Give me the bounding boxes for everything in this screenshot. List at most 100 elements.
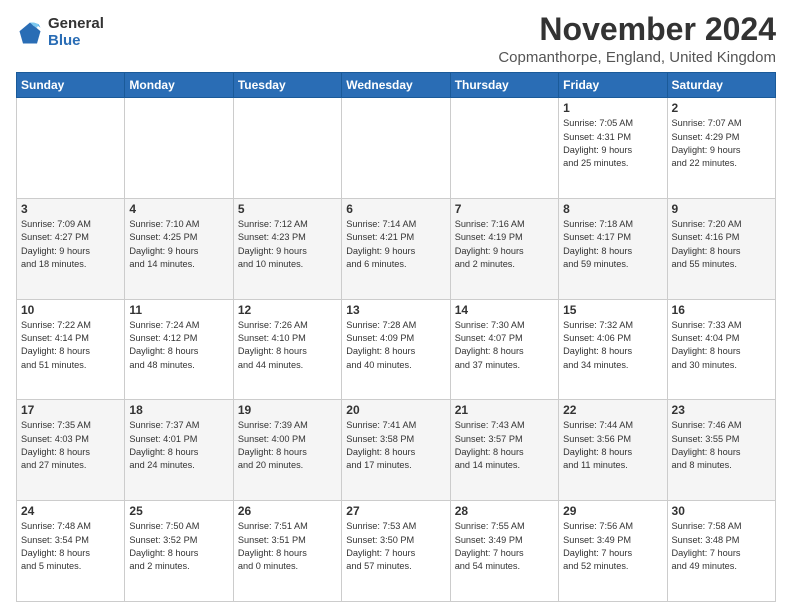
month-title: November 2024 [498, 12, 776, 47]
calendar-cell [342, 98, 450, 199]
logo-general-text: General [48, 16, 104, 33]
day-number: 30 [672, 504, 771, 518]
day-number: 17 [21, 403, 120, 417]
week-row-3: 10 Sunrise: 7:22 AMSunset: 4:14 PMDayligh… [17, 299, 776, 400]
day-info: Sunrise: 7:09 AMSunset: 4:27 PMDaylight:… [21, 218, 120, 271]
calendar-cell: 17 Sunrise: 7:35 AMSunset: 4:03 PMDayligh… [17, 400, 125, 501]
day-number: 3 [21, 202, 120, 216]
calendar-cell: 1Sunrise: 7:05 AMSunset: 4:31 PMDaylight… [559, 98, 667, 199]
calendar-cell: 12 Sunrise: 7:26 AMSunset: 4:10 PMDayligh… [233, 299, 341, 400]
day-number: 11 [129, 303, 228, 317]
day-number: 18 [129, 403, 228, 417]
day-info: Sunrise: 7:58 AMSunset: 3:48 PMDaylight:… [672, 520, 771, 573]
week-row-2: 3 Sunrise: 7:09 AMSunset: 4:27 PMDaylight… [17, 198, 776, 299]
calendar-cell: 14 Sunrise: 7:30 AMSunset: 4:07 PMDayligh… [450, 299, 558, 400]
day-info: Sunrise: 7:37 AMSunset: 4:01 PMDaylight:… [129, 419, 228, 472]
day-info: Sunrise: 7:35 AMSunset: 4:03 PMDaylight:… [21, 419, 120, 472]
day-number: 29 [563, 504, 662, 518]
day-number: 23 [672, 403, 771, 417]
weekday-header-wednesday: Wednesday [342, 73, 450, 98]
day-info: Sunrise: 7:41 AMSunset: 3:58 PMDaylight:… [346, 419, 445, 472]
day-number: 24 [21, 504, 120, 518]
calendar-cell: 26Sunrise: 7:51 AMSunset: 3:51 PMDayligh… [233, 501, 341, 602]
day-info: Sunrise: 7:44 AMSunset: 3:56 PMDaylight:… [563, 419, 662, 472]
day-info: Sunrise: 7:10 AMSunset: 4:25 PMDaylight:… [129, 218, 228, 271]
day-number: 12 [238, 303, 337, 317]
day-number: 9 [672, 202, 771, 216]
calendar-cell: 18 Sunrise: 7:37 AMSunset: 4:01 PMDayligh… [125, 400, 233, 501]
day-number: 27 [346, 504, 445, 518]
calendar-cell: 29 Sunrise: 7:56 AMSunset: 3:49 PMDayligh… [559, 501, 667, 602]
logo-blue-text: Blue [48, 33, 104, 50]
weekday-header-tuesday: Tuesday [233, 73, 341, 98]
day-number: 13 [346, 303, 445, 317]
day-info: Sunrise: 7:20 AMSunset: 4:16 PMDaylight:… [672, 218, 771, 271]
calendar-cell: 16Sunrise: 7:33 AMSunset: 4:04 PMDayligh… [667, 299, 775, 400]
weekday-header-sunday: Sunday [17, 73, 125, 98]
day-info: Sunrise: 7:28 AMSunset: 4:09 PMDaylight:… [346, 319, 445, 372]
day-number: 8 [563, 202, 662, 216]
weekday-header-row: SundayMondayTuesdayWednesdayThursdayFrid… [17, 73, 776, 98]
day-info: Sunrise: 7:14 AMSunset: 4:21 PMDaylight:… [346, 218, 445, 271]
day-info: Sunrise: 7:16 AMSunset: 4:19 PMDaylight:… [455, 218, 554, 271]
day-info: Sunrise: 7:48 AMSunset: 3:54 PMDaylight:… [21, 520, 120, 573]
calendar-table: SundayMondayTuesdayWednesdayThursdayFrid… [16, 72, 776, 602]
day-number: 6 [346, 202, 445, 216]
day-info: Sunrise: 7:39 AMSunset: 4:00 PMDaylight:… [238, 419, 337, 472]
weekday-header-thursday: Thursday [450, 73, 558, 98]
weekday-header-monday: Monday [125, 73, 233, 98]
calendar-cell [233, 98, 341, 199]
calendar-cell: 27Sunrise: 7:53 AMSunset: 3:50 PMDayligh… [342, 501, 450, 602]
day-info: Sunrise: 7:32 AMSunset: 4:06 PMDaylight:… [563, 319, 662, 372]
day-info: Sunrise: 7:30 AMSunset: 4:07 PMDaylight:… [455, 319, 554, 372]
calendar-cell: 4 Sunrise: 7:10 AMSunset: 4:25 PMDaylight… [125, 198, 233, 299]
calendar-cell: 7Sunrise: 7:16 AMSunset: 4:19 PMDaylight… [450, 198, 558, 299]
calendar-cell: 20 Sunrise: 7:41 AMSunset: 3:58 PMDayligh… [342, 400, 450, 501]
day-number: 15 [563, 303, 662, 317]
day-number: 19 [238, 403, 337, 417]
day-number: 5 [238, 202, 337, 216]
calendar-cell: 21Sunrise: 7:43 AMSunset: 3:57 PMDayligh… [450, 400, 558, 501]
calendar-cell: 2Sunrise: 7:07 AMSunset: 4:29 PMDaylight… [667, 98, 775, 199]
day-number: 22 [563, 403, 662, 417]
calendar-cell [17, 98, 125, 199]
day-number: 14 [455, 303, 554, 317]
calendar-cell: 25Sunrise: 7:50 AMSunset: 3:52 PMDayligh… [125, 501, 233, 602]
calendar-cell: 30 Sunrise: 7:58 AMSunset: 3:48 PMDayligh… [667, 501, 775, 602]
day-info: Sunrise: 7:26 AMSunset: 4:10 PMDaylight:… [238, 319, 337, 372]
day-info: Sunrise: 7:56 AMSunset: 3:49 PMDaylight:… [563, 520, 662, 573]
day-info: Sunrise: 7:05 AMSunset: 4:31 PMDaylight:… [563, 117, 662, 170]
calendar-cell: 9 Sunrise: 7:20 AMSunset: 4:16 PMDaylight… [667, 198, 775, 299]
day-number: 2 [672, 101, 771, 115]
day-info: Sunrise: 7:55 AMSunset: 3:49 PMDaylight:… [455, 520, 554, 573]
day-info: Sunrise: 7:18 AMSunset: 4:17 PMDaylight:… [563, 218, 662, 271]
title-block: November 2024 Copmanthorpe, England, Uni… [498, 12, 776, 66]
calendar-cell: 10 Sunrise: 7:22 AMSunset: 4:14 PMDayligh… [17, 299, 125, 400]
day-number: 16 [672, 303, 771, 317]
day-info: Sunrise: 7:24 AMSunset: 4:12 PMDaylight:… [129, 319, 228, 372]
weekday-header-friday: Friday [559, 73, 667, 98]
day-number: 25 [129, 504, 228, 518]
day-info: Sunrise: 7:22 AMSunset: 4:14 PMDaylight:… [21, 319, 120, 372]
week-row-1: 1Sunrise: 7:05 AMSunset: 4:31 PMDaylight… [17, 98, 776, 199]
day-number: 28 [455, 504, 554, 518]
logo: General Blue [16, 16, 104, 49]
day-number: 10 [21, 303, 120, 317]
calendar-cell [450, 98, 558, 199]
header: General Blue November 2024 Copmanthorpe,… [16, 12, 776, 66]
day-number: 4 [129, 202, 228, 216]
calendar-cell: 22 Sunrise: 7:44 AMSunset: 3:56 PMDayligh… [559, 400, 667, 501]
calendar-cell: 15 Sunrise: 7:32 AMSunset: 4:06 PMDayligh… [559, 299, 667, 400]
calendar-cell: 6 Sunrise: 7:14 AMSunset: 4:21 PMDaylight… [342, 198, 450, 299]
location-subtitle: Copmanthorpe, England, United Kingdom [498, 49, 776, 66]
weekday-header-saturday: Saturday [667, 73, 775, 98]
day-info: Sunrise: 7:46 AMSunset: 3:55 PMDaylight:… [672, 419, 771, 472]
day-number: 26 [238, 504, 337, 518]
calendar-cell: 28 Sunrise: 7:55 AMSunset: 3:49 PMDayligh… [450, 501, 558, 602]
calendar-cell: 24 Sunrise: 7:48 AMSunset: 3:54 PMDayligh… [17, 501, 125, 602]
day-info: Sunrise: 7:12 AMSunset: 4:23 PMDaylight:… [238, 218, 337, 271]
day-number: 20 [346, 403, 445, 417]
calendar-cell: 11 Sunrise: 7:24 AMSunset: 4:12 PMDayligh… [125, 299, 233, 400]
logo-text: General Blue [48, 16, 104, 49]
week-row-5: 24 Sunrise: 7:48 AMSunset: 3:54 PMDayligh… [17, 501, 776, 602]
